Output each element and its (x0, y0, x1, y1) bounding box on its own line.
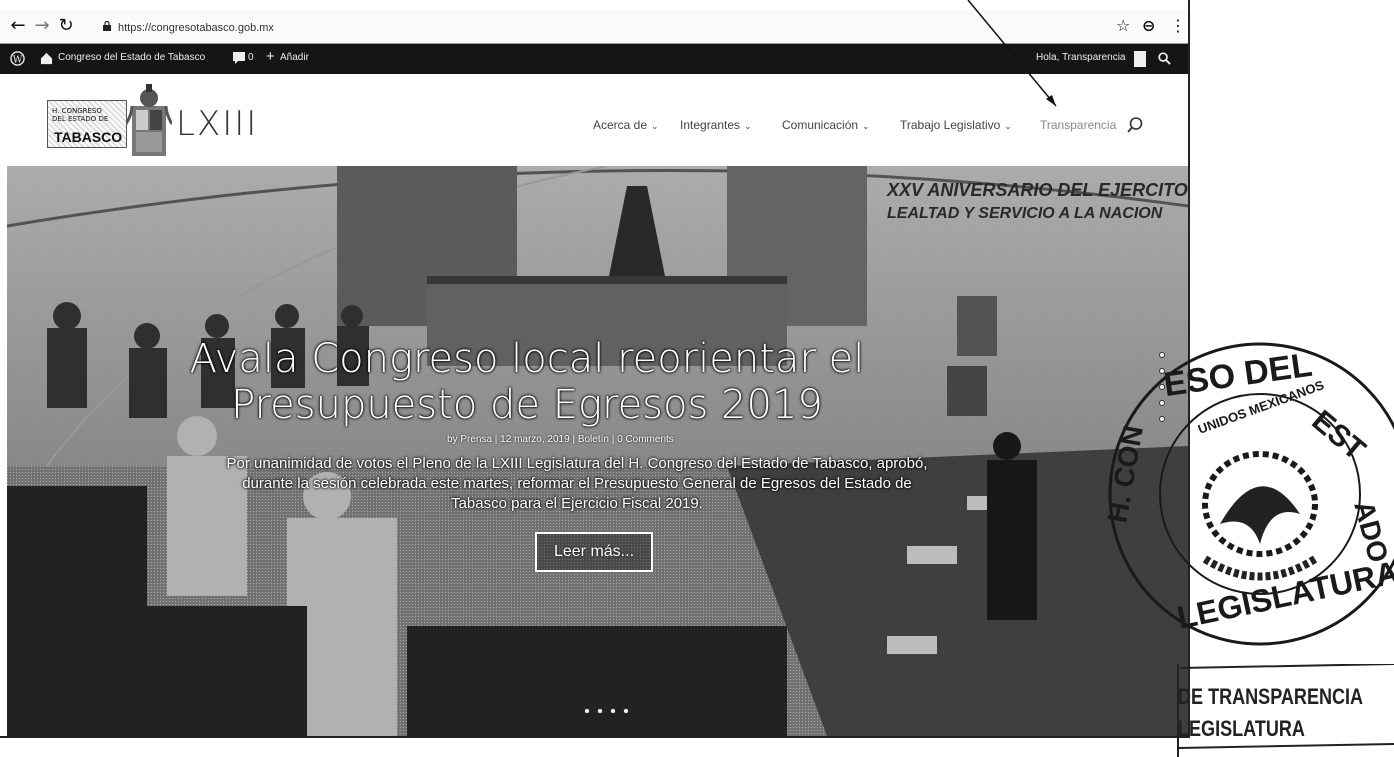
slider-dot[interactable] (623, 708, 629, 714)
forward-arrow-icon[interactable]: → (32, 16, 52, 36)
search-icon[interactable] (1126, 116, 1144, 134)
slider-dot[interactable] (610, 708, 616, 714)
hero-title-line-1[interactable]: Avala Congreso local reorientar el (127, 336, 927, 382)
chevron-down-icon: ⌄ (1004, 121, 1012, 131)
official-seal-stamp: ESO DEL EST ADO H. CON LEGISLATURA UNIDO… (1101, 342, 1394, 646)
svg-text:EST: EST (1306, 404, 1372, 467)
excerpt-line-2: durante la sesión celebrada este martes,… (242, 475, 912, 492)
browser-toolbar: ← → ↻ https://congresotabasco.gob.mx ☆ ⊖… (0, 10, 1188, 44)
nav-item-label: Comunicación (782, 118, 859, 132)
slider-dot[interactable] (597, 708, 603, 714)
address-bar[interactable]: https://congresotabasco.gob.mx (118, 22, 274, 34)
slider-dot[interactable] (584, 708, 590, 714)
read-more-button[interactable]: Leer más... (535, 532, 653, 572)
nav-item-label: Trabajo Legislativo (900, 118, 1001, 132)
screenshot-page: ← → ↻ https://congresotabasco.gob.mx ☆ ⊖… (0, 0, 1394, 757)
nav-item-trabajo-legislativo[interactable]: Trabajo Legislativo ⌄ (900, 118, 1012, 132)
hero-background-photo: XXV ANIVERSARIO DEL EJERCITO MEX. LEALTA… (7, 166, 1188, 736)
logo-line-2: DEL ESTADO DE (52, 115, 109, 123)
stamp-border-lines (1177, 664, 1394, 757)
hero-slider: XXV ANIVERSARIO DEL EJERCITO MEX. LEALTA… (7, 166, 1188, 736)
svg-text:H. CON: H. CON (1101, 423, 1149, 525)
hero-title-line-2[interactable]: Presupuesto de Egresos 2019 (127, 382, 927, 428)
nav-item-label: Integrantes (680, 118, 741, 132)
nav-item-label: Acerca de (593, 118, 648, 132)
kebab-menu-icon[interactable]: ⋮ (1170, 16, 1186, 36)
comment-icon (233, 52, 245, 64)
logo-line-1: H. CONGRESO (52, 107, 102, 115)
chevron-down-icon: ⌄ (744, 121, 752, 131)
lock-icon (103, 21, 111, 31)
comments-count[interactable]: 0 (248, 52, 254, 63)
nav-item-integrantes[interactable]: Integrantes ⌄ (680, 118, 752, 132)
reload-icon[interactable]: ↻ (56, 16, 76, 36)
wp-admin-bar: W Congreso del Estado de Tabasco 0 + Aña… (0, 44, 1188, 74)
coat-of-arms-icon (126, 84, 172, 156)
new-content-link[interactable]: Añadir (280, 52, 309, 63)
admin-search-icon[interactable] (1158, 52, 1171, 65)
back-arrow-icon[interactable]: ← (8, 16, 28, 36)
wordpress-icon[interactable]: W (10, 51, 25, 66)
admin-greeting[interactable]: Hola, Transparencia (1036, 52, 1126, 63)
nav-item-transparencia[interactable]: Transparencia (1040, 118, 1116, 132)
admin-bar-site-name[interactable]: Congreso del Estado de Tabasco (58, 52, 205, 63)
svg-text:LEGISLATURA: LEGISLATURA (1174, 554, 1394, 636)
site-logo-text-box[interactable]: H. CONGRESO DEL ESTADO DE TABASCO (47, 100, 127, 148)
stamp-line-2: LEGISLATURA (1178, 716, 1305, 741)
nav-item-label: Transparencia (1040, 118, 1117, 132)
legislature-numeral[interactable]: LXIII (176, 104, 258, 144)
post-meta: by Prensa | 12 marzo, 2019 | Boletín | 0… (447, 434, 674, 445)
chevron-down-icon: ⌄ (862, 121, 870, 131)
avatar[interactable] (1134, 51, 1146, 67)
excerpt-line-1: Por unanimidad de votos el Pleno de la L… (226, 455, 928, 472)
site-header: H. CONGRESO DEL ESTADO DE TABASCO LXIII … (0, 74, 1188, 166)
nav-item-acerca-de[interactable]: Acerca de ⌄ (593, 118, 659, 132)
browser-window: ← → ↻ https://congresotabasco.gob.mx ☆ ⊖… (0, 0, 1190, 738)
chevron-down-icon: ⌄ (651, 121, 659, 131)
stamp-line-1: DE TRANSPARENCIA (1178, 684, 1364, 709)
excerpt-line-3: Tabasco para el Ejercicio Fiscal 2019. (451, 495, 703, 512)
svg-text:W: W (13, 54, 23, 65)
plus-icon: + (266, 48, 275, 65)
transparency-unit-stamp: DE TRANSPARENCIA LEGISLATURA (1150, 664, 1394, 757)
logo-line-3: TABASCO (54, 129, 123, 145)
profile-icon[interactable]: ⊖ (1142, 16, 1155, 36)
home-icon (40, 52, 53, 65)
hero-excerpt: Por unanimidad de votos el Pleno de la L… (157, 454, 997, 514)
nav-item-comunicacion[interactable]: Comunicación ⌄ (782, 118, 870, 132)
star-icon[interactable]: ☆ (1116, 16, 1130, 36)
